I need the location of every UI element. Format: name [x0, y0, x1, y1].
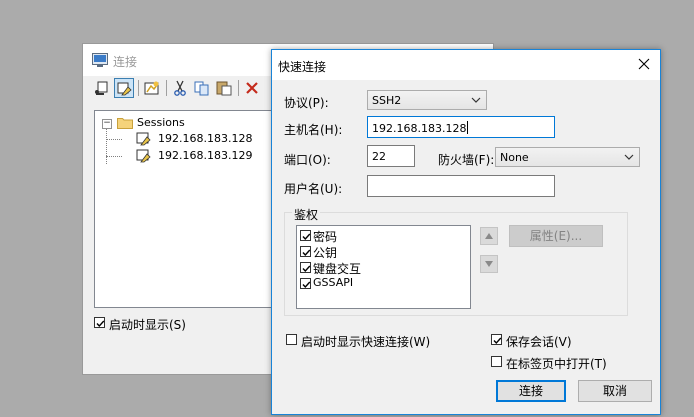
quick-connect-titlebar[interactable]: 快速连接	[272, 50, 660, 80]
auth-method-checkbox[interactable]	[300, 246, 311, 257]
checkmark-icon	[302, 249, 311, 257]
show-quick-connect-on-startup-checkbox[interactable]	[286, 334, 297, 345]
firewall-select[interactable]: None	[495, 147, 640, 167]
firewall-value: None	[500, 151, 529, 164]
chevron-down-icon	[471, 97, 481, 103]
auth-method-label: 密码	[313, 230, 338, 244]
auth-method-label: 公钥	[313, 246, 338, 260]
protocol-value: SSH2	[372, 94, 402, 107]
move-up-button[interactable]	[480, 227, 498, 245]
port-label: 端口(O):	[284, 153, 331, 167]
cancel-button[interactable]: 取消	[578, 380, 652, 402]
show-on-startup-checkbox[interactable]	[94, 317, 105, 328]
cut-button[interactable]	[170, 78, 190, 98]
paste-icon	[216, 81, 232, 96]
open-in-tab-label: 在标签页中打开(T)	[506, 357, 607, 371]
tree-collapse-toggle[interactable]: −	[102, 119, 112, 129]
port-value: 22	[372, 150, 386, 163]
connect-sessions-button[interactable]	[114, 78, 134, 98]
checkmark-icon	[302, 233, 311, 241]
checkmark-icon	[302, 281, 311, 289]
checkmark-icon	[96, 320, 105, 328]
new-session-button[interactable]	[142, 78, 162, 98]
show-quick-connect-on-startup-label: 启动时显示快速连接(W)	[301, 335, 431, 349]
connect-window-title: 连接	[113, 55, 138, 69]
connect-button[interactable]: 连接	[496, 380, 566, 402]
show-on-startup-label: 启动时显示(S)	[109, 318, 186, 332]
cut-icon	[174, 80, 186, 96]
firewall-label: 防火墙(F):	[438, 153, 495, 167]
protocol-select[interactable]: SSH2	[367, 90, 487, 110]
auth-group-title: 鉴权	[292, 206, 321, 223]
hostname-value: 192.168.183.128	[372, 122, 467, 135]
folder-icon	[117, 116, 133, 132]
username-input[interactable]	[367, 175, 555, 197]
delete-button[interactable]	[242, 78, 262, 98]
username-label: 用户名(U):	[284, 182, 343, 196]
chevron-down-icon	[624, 154, 634, 160]
connect-sessions-icon	[117, 82, 132, 96]
open-in-tab-checkbox[interactable]	[491, 356, 502, 367]
delete-icon	[246, 82, 258, 94]
auth-method-checkbox[interactable]	[300, 262, 311, 273]
tree-session-item[interactable]: 192.168.183.128	[158, 132, 252, 145]
checkmark-icon	[493, 337, 502, 345]
hostname-input[interactable]: 192.168.183.128	[367, 116, 555, 138]
copy-icon	[194, 81, 209, 96]
session-icon	[136, 148, 152, 167]
auth-method-checkbox[interactable]	[300, 230, 311, 241]
new-session-icon	[144, 81, 159, 95]
save-session-checkbox[interactable]	[491, 334, 502, 345]
auth-method-label: 键盘交互	[313, 262, 362, 276]
triangle-down-icon	[485, 261, 493, 267]
move-down-button[interactable]	[480, 255, 498, 273]
tree-session-item[interactable]: 192.168.183.129	[158, 149, 252, 162]
tree-root-sessions[interactable]: Sessions	[137, 116, 185, 129]
quick-connect-button[interactable]	[92, 78, 112, 98]
auth-methods-list[interactable]: 密码 公钥 键盘交互 GSSAPI	[296, 225, 471, 309]
copy-button[interactable]	[192, 78, 212, 98]
properties-button[interactable]: 属性(E)...	[509, 225, 603, 247]
triangle-up-icon	[485, 233, 493, 239]
hostname-label: 主机名(H):	[284, 123, 343, 137]
save-session-label: 保存会话(V)	[506, 335, 572, 349]
quick-connect-dialog: 快速连接 协议(P): SSH2 主机名(H): 192.168.183.128…	[271, 49, 661, 415]
quick-connect-title: 快速连接	[278, 60, 327, 74]
auth-method-checkbox[interactable]	[300, 278, 311, 289]
close-icon[interactable]	[636, 56, 652, 72]
protocol-label: 协议(P):	[284, 96, 329, 110]
paste-button[interactable]	[214, 78, 234, 98]
port-input[interactable]: 22	[367, 145, 415, 167]
quick-connect-icon	[95, 81, 108, 95]
auth-method-label: GSSAPI	[313, 276, 354, 289]
checkmark-icon	[302, 265, 311, 273]
session-tree[interactable]: − Sessions 192.168.183.128 192.168.183.1…	[94, 110, 286, 308]
app-icon	[92, 53, 108, 67]
